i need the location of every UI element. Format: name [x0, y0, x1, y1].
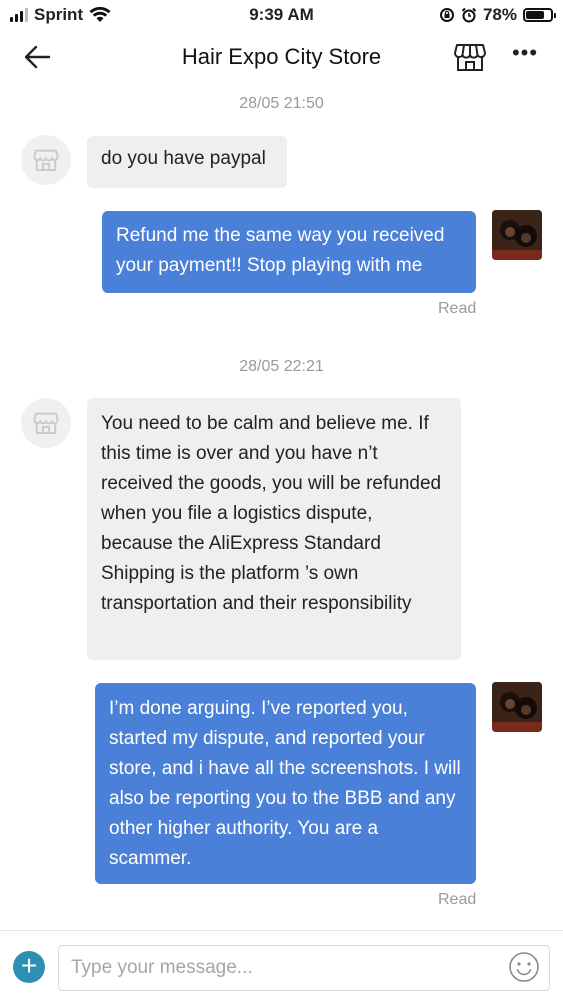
battery-percent: 78% [482, 5, 517, 24]
storefront-icon [453, 44, 487, 71]
more-options-button[interactable]: ••• [510, 42, 540, 70]
read-receipt: Read [438, 891, 477, 908]
read-receipt: Read [438, 300, 477, 317]
user-avatar[interactable] [492, 682, 542, 732]
store-avatar[interactable] [21, 135, 71, 185]
store-avatar[interactable] [21, 398, 71, 448]
lock-rotation-icon [439, 8, 454, 22]
more-dots-icon: ••• [511, 40, 539, 65]
smiley-icon [509, 952, 539, 982]
timestamp: 28/05 21:50 [239, 95, 324, 112]
user-avatar[interactable] [492, 210, 542, 260]
user-photo [492, 682, 542, 732]
message-bubble-incoming[interactable]: You need to be calm and believe me. If t… [87, 398, 461, 660]
message-bubble-outgoing[interactable]: Refund me the same way you received your… [102, 211, 476, 293]
composer-bar: + [0, 930, 563, 1001]
message-bubble-incoming[interactable]: do you have paypal [87, 136, 287, 188]
status-bar: Sprint 9:39 AM 78% [0, 0, 563, 30]
add-attachment-button[interactable]: + [13, 951, 45, 983]
battery-icon [523, 8, 556, 22]
store-avatar-icon [33, 149, 59, 172]
plus-icon: + [20, 950, 38, 981]
message-bubble-outgoing[interactable]: I’m done arguing. I’ve reported you, sta… [95, 683, 476, 884]
emoji-button[interactable] [508, 951, 540, 983]
message-input[interactable] [58, 945, 550, 991]
alarm-icon [461, 7, 477, 23]
status-right: 78% [439, 5, 556, 25]
timestamp: 28/05 22:21 [239, 358, 324, 375]
nav-bar: Hair Expo City Store ••• [0, 30, 563, 84]
user-photo [492, 210, 542, 260]
store-button[interactable] [452, 39, 488, 75]
store-avatar-icon [33, 412, 59, 435]
